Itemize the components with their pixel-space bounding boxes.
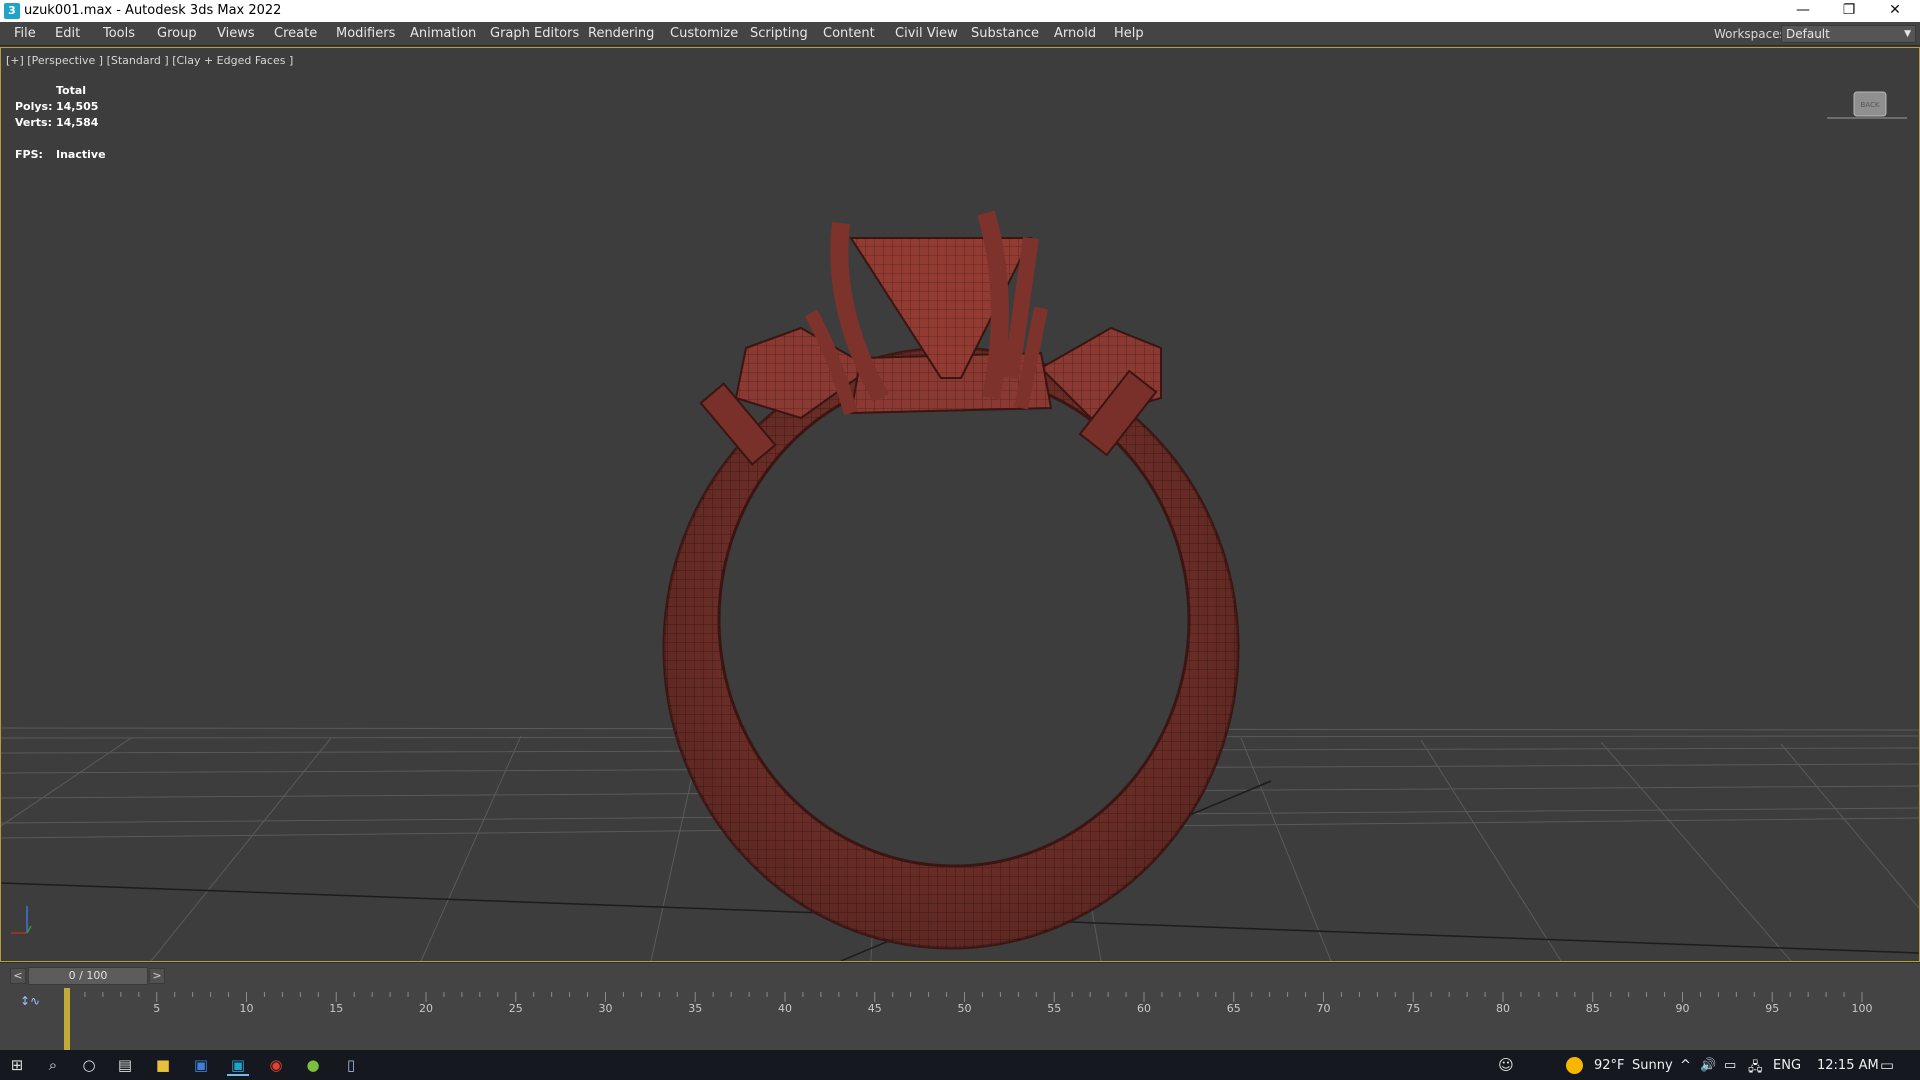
- stats-verts-value: 14,584: [56, 116, 99, 129]
- track-ruler: 5 10 15 20 25 30 35 40 45 50 55 60 65 70 75 80 85 90 95 100: [64, 988, 1873, 1050]
- menu-bar: File Edit Tools Group Views Create Modif…: [0, 22, 1920, 46]
- stats-fps-value: Inactive: [56, 148, 106, 161]
- timeline-tick-label: 25: [509, 1002, 523, 1015]
- search-icon[interactable]: ⌕: [42, 1054, 64, 1076]
- timeline-tick-label: 40: [778, 1002, 792, 1015]
- chevron-down-icon: ▼: [1904, 29, 1911, 39]
- 3ds-max-app-icon: 3: [4, 3, 20, 19]
- workspace-dropdown[interactable]: Default ▼: [1781, 25, 1916, 43]
- timeline-tick-label: 60: [1137, 1002, 1151, 1015]
- sun-weather-icon[interactable]: [1566, 1057, 1583, 1074]
- close-button[interactable]: ✕: [1872, 0, 1918, 22]
- viewport-label-menu[interactable]: [+] [Perspective ] [Standard ] [Clay + E…: [6, 54, 293, 67]
- timeline-tick-label: 75: [1406, 1002, 1420, 1015]
- menu-graph-editors[interactable]: Graph Editors: [490, 26, 579, 41]
- weather-temperature[interactable]: 92°F: [1594, 1058, 1625, 1073]
- menu-tools[interactable]: Tools: [103, 26, 135, 41]
- viewcube-face-label: BACK: [1861, 101, 1880, 109]
- timeline-tick-label: 50: [958, 1002, 972, 1015]
- app-taskbar-icon[interactable]: ▣: [190, 1054, 212, 1076]
- track-bar[interactable]: ↕∿ 5 10 15 20 25 30 35 40 45 50 55 60 65 70 75 80 85 90 95…: [0, 988, 1920, 1050]
- world-axis-tripod-icon: [11, 906, 32, 934]
- show-hidden-icons-icon[interactable]: ^: [1680, 1058, 1691, 1073]
- green-app-icon[interactable]: ●: [302, 1054, 324, 1076]
- stats-verts-label: Verts:: [15, 116, 53, 129]
- menu-civil-view[interactable]: Civil View: [895, 26, 958, 41]
- stats-fps-label: FPS:: [15, 148, 43, 161]
- timeline-tick-label: 45: [868, 1002, 882, 1015]
- timeline-tick-label: 70: [1317, 1002, 1331, 1015]
- minimize-button[interactable]: —: [1780, 0, 1826, 22]
- perspective-viewport[interactable]: [+] [Perspective ] [Standard ] [Clay + E…: [0, 47, 1920, 962]
- timeline-tick-label: 85: [1586, 1002, 1600, 1015]
- viewport-scene: [1, 210, 1919, 961]
- app-window: 3 uzuk001.max - Autodesk 3ds Max 2022 — …: [0, 0, 1920, 1080]
- timeline-tick-label: 5: [153, 1002, 160, 1015]
- menu-arnold[interactable]: Arnold: [1054, 26, 1096, 41]
- network-icon[interactable]: 🖧: [1748, 1058, 1763, 1080]
- timeline-tick-label: 20: [419, 1002, 433, 1015]
- menu-create[interactable]: Create: [274, 26, 317, 41]
- workspace-value: Default: [1786, 27, 1830, 41]
- language-indicator[interactable]: ENG: [1773, 1058, 1801, 1073]
- timeline-tick-label: 55: [1047, 1002, 1061, 1015]
- windows-start-icon[interactable]: ⊞: [6, 1054, 28, 1076]
- battery-icon[interactable]: ▭: [1724, 1058, 1736, 1073]
- menu-file[interactable]: File: [14, 26, 36, 41]
- previous-frame-button[interactable]: <: [10, 968, 26, 984]
- people-icon[interactable]: ☺: [1495, 1054, 1517, 1076]
- menu-scripting[interactable]: Scripting: [750, 26, 808, 41]
- clock[interactable]: 12:15 AM: [1817, 1058, 1879, 1073]
- timeline-tick-label: 90: [1676, 1002, 1690, 1015]
- menu-views[interactable]: Views: [217, 26, 255, 41]
- timeline-tick-label: 95: [1765, 1002, 1779, 1015]
- chrome-icon[interactable]: ◉: [265, 1054, 287, 1076]
- window-title: uzuk001.max - Autodesk 3ds Max 2022: [24, 3, 282, 18]
- time-slider-thumb[interactable]: 0 / 100: [28, 967, 148, 985]
- 3ds-max-taskbar-icon[interactable]: ▣: [227, 1054, 249, 1076]
- menu-modifiers[interactable]: Modifiers: [336, 26, 395, 41]
- cortana-icon[interactable]: ○: [78, 1054, 100, 1076]
- timeline-tick-label: 35: [688, 1002, 702, 1015]
- menu-substance[interactable]: Substance: [971, 26, 1039, 41]
- timeline-tick-label: 80: [1496, 1002, 1510, 1015]
- menu-customize[interactable]: Customize: [670, 26, 738, 41]
- stats-polys-label: Polys:: [15, 100, 53, 113]
- menu-help[interactable]: Help: [1114, 26, 1144, 41]
- timeline-tick-label: 30: [599, 1002, 613, 1015]
- next-frame-button[interactable]: >: [149, 968, 165, 984]
- notepad-icon[interactable]: ▯: [340, 1054, 362, 1076]
- menu-edit[interactable]: Edit: [55, 26, 80, 41]
- menu-rendering[interactable]: Rendering: [588, 26, 654, 41]
- windows-taskbar: ⊞ ⌕ ○ ▤ ■ ▣ ▣ ◉ ● ▯ ☺ 92°F Sunny ^ 🔊 ▭ 🖧…: [0, 1050, 1920, 1080]
- menu-group[interactable]: Group: [157, 26, 197, 41]
- timeline-tick-label: 10: [240, 1002, 254, 1015]
- time-slider: < 0 / 100 >: [0, 962, 1920, 988]
- menu-animation[interactable]: Animation: [410, 26, 476, 41]
- workspace-label: Workspaces:: [1714, 27, 1790, 41]
- timeline-tick-label: 15: [329, 1002, 343, 1015]
- stats-total-header: Total: [56, 84, 87, 97]
- viewcube-icon[interactable]: BACK: [1827, 88, 1907, 128]
- current-frame-marker[interactable]: [64, 988, 70, 1050]
- timeline-tick-label: 65: [1227, 1002, 1241, 1015]
- stats-polys-value: 14,505: [56, 100, 99, 113]
- weather-description[interactable]: Sunny: [1632, 1058, 1673, 1073]
- menu-content[interactable]: Content: [823, 26, 875, 41]
- volume-icon[interactable]: 🔊: [1700, 1058, 1716, 1073]
- restore-button[interactable]: ❐: [1826, 0, 1872, 22]
- notification-center-icon[interactable]: ▭: [1876, 1054, 1898, 1076]
- timeline-tick-label: 100: [1852, 1002, 1873, 1015]
- task-view-icon[interactable]: ▤: [114, 1054, 136, 1076]
- title-bar: 3 uzuk001.max - Autodesk 3ds Max 2022 — …: [0, 0, 1920, 22]
- file-explorer-icon[interactable]: ■: [152, 1054, 174, 1076]
